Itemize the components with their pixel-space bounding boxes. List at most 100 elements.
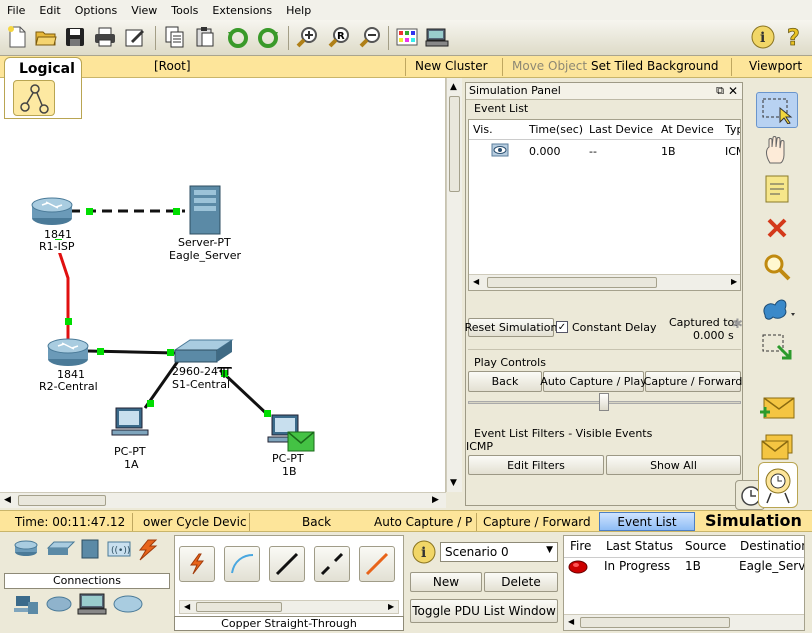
paste-icon[interactable] [192, 24, 218, 50]
pc-1a-icon[interactable] [111, 407, 149, 436]
auto-capture-play-button[interactable]: Auto Capture / Play [540, 371, 647, 392]
scroll-up-arrow-icon[interactable]: ▲ [450, 82, 457, 92]
status-capture-forward-button[interactable]: Capture / Forward [483, 515, 591, 529]
switch-icon[interactable] [173, 339, 234, 363]
scroll-thumb[interactable] [487, 277, 657, 288]
viewport-button[interactable]: Viewport [749, 59, 802, 73]
table-row[interactable]: 0.000 -- 1B ICMP [469, 142, 740, 160]
copy-icon[interactable] [162, 24, 188, 50]
custom-made-category-icon[interactable] [77, 593, 107, 615]
console-cable-icon[interactable] [224, 546, 260, 582]
undo-icon[interactable] [225, 24, 251, 50]
select-icon[interactable] [756, 92, 798, 128]
col-type[interactable]: Type [725, 123, 740, 136]
logical-workspace[interactable]: 1841 R1-ISP Server-PT Eagle_Server 1841 … [0, 78, 446, 492]
event-list-hscrollbar[interactable]: ◀ ▶ [469, 274, 740, 290]
scroll-left-arrow-icon[interactable]: ◀ [473, 277, 479, 286]
multiuser-category-icon[interactable] [113, 595, 143, 613]
print-icon[interactable] [92, 24, 118, 50]
draw-shape-icon[interactable] [756, 290, 798, 326]
back-button[interactable]: Back [468, 371, 542, 392]
move-object-button[interactable]: Move Object [512, 59, 587, 73]
menu-help[interactable]: Help [279, 4, 318, 17]
constant-delay-checkbox[interactable]: ✓ [556, 321, 568, 333]
menu-file[interactable]: File [0, 4, 32, 17]
reset-simulation-button[interactable]: Reset Simulation [465, 318, 557, 337]
scenario-info-icon[interactable]: i [412, 540, 436, 567]
col-fire[interactable]: Fire [570, 539, 591, 553]
scroll-thumb[interactable] [18, 495, 106, 506]
restore-icon[interactable]: ⧉ [716, 83, 724, 99]
eye-icon[interactable] [491, 143, 509, 160]
menu-options[interactable]: Options [68, 4, 124, 17]
play-speed-slider[interactable] [599, 393, 609, 411]
info-icon[interactable]: i [750, 24, 776, 50]
copper-straight-icon[interactable] [269, 546, 305, 582]
capture-forward-button[interactable]: Capture / Forward [644, 371, 742, 392]
scroll-left-arrow-icon[interactable]: ◀ [4, 495, 11, 505]
delete-icon[interactable] [756, 210, 798, 246]
zoom-out-icon[interactable] [357, 24, 383, 50]
workspace-hscrollbar[interactable]: ◀ ▶ [0, 492, 446, 508]
resize-shape-icon[interactable] [756, 329, 798, 365]
routers-category-icon[interactable] [14, 540, 38, 556]
table-row[interactable]: In Progress 1B Eagle_Serv [564, 558, 804, 577]
wan-emulation-category-icon[interactable] [46, 596, 72, 612]
menu-edit[interactable]: Edit [32, 4, 67, 17]
end-devices-category-icon[interactable] [14, 596, 38, 614]
zoom-reset-icon[interactable]: R [326, 24, 352, 50]
status-back-button[interactable]: Back [302, 515, 331, 529]
col-destination[interactable]: Destination [740, 539, 804, 553]
scroll-left-arrow-icon[interactable]: ◀ [568, 617, 574, 626]
simulation-tab[interactable] [758, 462, 798, 508]
new-cluster-button[interactable]: New Cluster [415, 59, 488, 73]
add-simple-pdu-icon[interactable] [756, 390, 798, 426]
server-icon[interactable] [189, 185, 221, 235]
pdu-envelope-icon[interactable] [287, 431, 315, 452]
workspace-vscrollbar[interactable]: ▲ ▼ [446, 78, 462, 492]
move-layout-icon[interactable] [756, 132, 798, 168]
close-icon[interactable]: ✕ [728, 83, 738, 99]
activity-wizard-icon[interactable] [122, 24, 148, 50]
event-list-toggle-button[interactable]: Event List [599, 512, 695, 531]
place-note-icon[interactable] [756, 171, 798, 207]
scenario-select[interactable]: Scenario 0 ▼ [440, 542, 558, 562]
fire-icon[interactable] [568, 560, 588, 577]
edit-filters-button[interactable]: Edit Filters [468, 455, 604, 475]
scroll-thumb[interactable] [580, 617, 730, 628]
col-time[interactable]: Time(sec) [529, 123, 583, 136]
switches-category-icon[interactable] [46, 541, 76, 555]
scroll-right-arrow-icon[interactable]: ▶ [432, 495, 439, 505]
root-breadcrumb[interactable]: [Root] [154, 59, 191, 73]
chevron-down-icon[interactable]: ▼ [546, 545, 553, 555]
scroll-down-arrow-icon[interactable]: ▼ [450, 478, 457, 488]
fiber-icon[interactable] [359, 546, 395, 582]
toggle-pdu-list-button[interactable]: Toggle PDU List Window [410, 599, 558, 623]
inspect-icon[interactable] [756, 250, 798, 286]
router-r1-icon[interactable] [31, 197, 73, 225]
menu-view[interactable]: View [124, 4, 164, 17]
connection-hscrollbar[interactable]: ◀ ▶ [179, 600, 399, 614]
scroll-thumb[interactable] [196, 602, 282, 612]
new-scenario-button[interactable]: New [410, 572, 482, 592]
set-tiled-background-button[interactable]: Set Tiled Background [591, 59, 719, 73]
power-cycle-devices-button[interactable]: ower Cycle Devic [143, 515, 247, 529]
connections-category-icon[interactable] [138, 539, 158, 561]
palette-icon[interactable] [394, 24, 420, 50]
open-folder-icon[interactable] [33, 24, 59, 50]
custom-device-icon[interactable] [424, 24, 450, 50]
menu-tools[interactable]: Tools [164, 4, 205, 17]
help-icon[interactable]: ? [781, 24, 807, 50]
col-at-device[interactable]: At Device [661, 123, 714, 136]
col-last-device[interactable]: Last Device [589, 123, 653, 136]
redo-icon[interactable] [255, 24, 281, 50]
scroll-right-arrow-icon[interactable]: ▶ [731, 277, 737, 286]
pdu-list-hscrollbar[interactable]: ◀ [564, 614, 804, 630]
show-all-button[interactable]: Show All [606, 455, 741, 475]
logical-tab[interactable]: Logical [4, 57, 82, 119]
new-file-icon[interactable] [4, 24, 30, 50]
status-auto-capture-button[interactable]: Auto Capture / P [374, 515, 472, 529]
zoom-in-icon[interactable] [294, 24, 320, 50]
scroll-right-arrow-icon[interactable]: ▶ [388, 602, 394, 611]
wireless-category-icon[interactable]: ((•)) [107, 541, 131, 557]
